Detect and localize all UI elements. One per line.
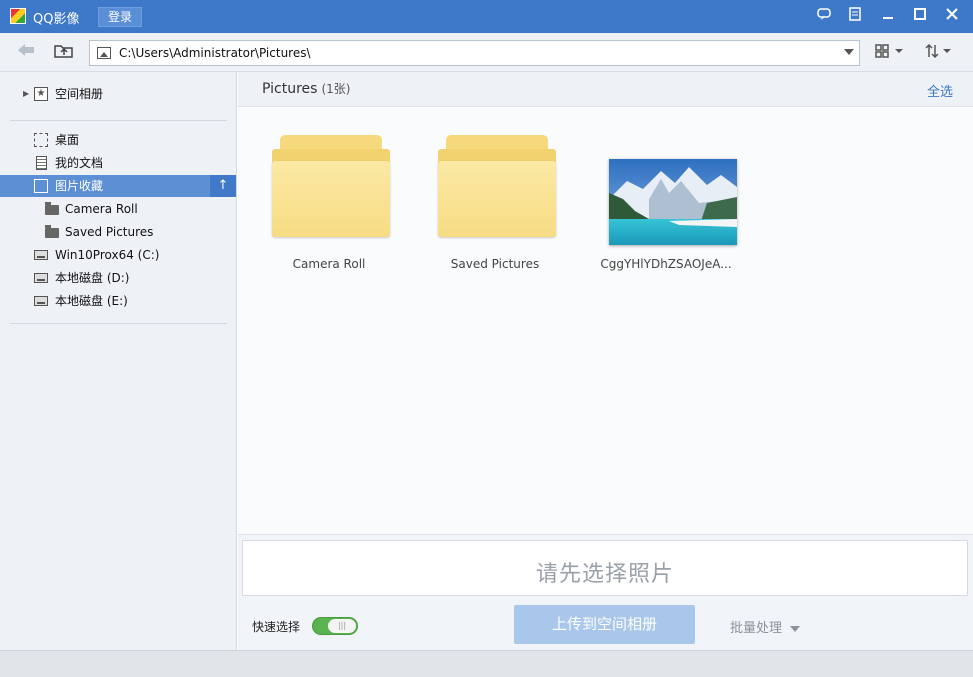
up-folder-button[interactable] [53, 42, 75, 62]
picture-icon [34, 179, 48, 193]
app-title: QQ影像 [33, 12, 80, 27]
feedback-icon[interactable] [815, 7, 833, 25]
drive-icon [34, 296, 48, 306]
page-title: Pictures (1张) [262, 80, 350, 97]
folder-icon [438, 135, 556, 239]
sidebar-item-label: 图片收藏 [55, 179, 104, 193]
upload-arrow-icon[interactable]: ↑ [210, 175, 236, 197]
desktop-icon [34, 133, 48, 147]
batch-process-button[interactable]: 批量处理 [730, 617, 801, 636]
chevron-down-icon[interactable] [844, 49, 854, 55]
image-tile[interactable]: CggYHlYDhZSAOJeA... [585, 115, 737, 285]
select-all-link[interactable]: 全选 [927, 81, 953, 100]
photo-count: (1张) [321, 82, 351, 96]
minimize-icon[interactable] [879, 7, 897, 25]
sidebar-item-drive-d[interactable]: 本地磁盘 (D:) [0, 267, 236, 289]
chevron-down-icon [790, 625, 801, 632]
title-bar: QQ影像 登录 [0, 0, 973, 33]
path-field[interactable]: C:\Users\Administrator\Pictures\ [119, 46, 311, 60]
sidebar-item-label: Saved Pictures [65, 225, 154, 239]
folder-icon [45, 225, 59, 238]
content-header: Pictures (1张) 全选 [238, 72, 973, 107]
drive-icon [34, 250, 48, 260]
upload-panel: 请先选择照片 快速选择 ||| 上传到空间相册 批量处理 [238, 534, 973, 650]
sidebar-item-label: Win10Prox64 (C:) [55, 248, 160, 262]
sidebar-item-saved-pictures[interactable]: Saved Pictures [0, 221, 236, 243]
login-button[interactable]: 登录 [98, 7, 142, 27]
sidebar-item-label: 本地磁盘 (D:) [55, 271, 130, 285]
sidebar-item-drive-c[interactable]: Win10Prox64 (C:) [0, 244, 236, 266]
tile-label: CggYHlYDhZSAOJeA... [600, 257, 732, 271]
sidebar-item-camera-roll[interactable]: Camera Roll [0, 198, 236, 220]
divider [10, 120, 227, 121]
menu-icon[interactable] [846, 7, 864, 25]
star-album-icon: ★ [34, 87, 48, 101]
address-bar[interactable]: C:\Users\Administrator\Pictures\ [89, 40, 860, 66]
back-button[interactable] [15, 42, 37, 62]
quick-select-toggle[interactable]: ||| [312, 617, 358, 635]
folder-icon [45, 202, 59, 215]
drive-icon [34, 273, 48, 283]
batch-process-label: 批量处理 [730, 621, 783, 636]
thumbnail-grid: Camera Roll Saved Pictures CggYHlYDhZSAO… [238, 107, 973, 534]
status-bar [0, 650, 973, 677]
picture-icon [97, 47, 111, 59]
close-icon[interactable] [943, 7, 961, 25]
tile-label: Camera Roll [292, 257, 366, 271]
empty-selection-hint: 请先选择照片 [535, 562, 674, 587]
maximize-icon[interactable] [911, 7, 929, 25]
divider [10, 323, 227, 324]
quick-select-label: 快速选择 [252, 620, 301, 634]
folder-icon [272, 135, 390, 239]
sidebar-item-drive-e[interactable]: 本地磁盘 (E:) [0, 290, 236, 312]
sidebar-item-label: 本地磁盘 (E:) [55, 294, 128, 308]
upload-to-album-button[interactable]: 上传到空间相册 [514, 605, 695, 644]
folder-tile-camera-roll[interactable]: Camera Roll [254, 115, 404, 285]
toolbar: C:\Users\Administrator\Pictures\ [0, 33, 973, 72]
sort-button[interactable] [925, 43, 955, 62]
selected-photos-zone[interactable]: 请先选择照片 [242, 540, 968, 596]
expand-arrow-icon[interactable]: ▶ [23, 83, 29, 105]
app-logo-icon [10, 8, 26, 24]
sidebar-item-documents[interactable]: 我的文档 [0, 152, 236, 174]
sidebar-item-desktop[interactable]: 桌面 [0, 129, 236, 151]
folder-title: Pictures [262, 81, 318, 97]
view-mode-button[interactable] [875, 44, 905, 62]
sidebar-item-pictures[interactable]: 图片收藏 ↑ [0, 175, 236, 197]
folder-tile-saved-pictures[interactable]: Saved Pictures [420, 115, 570, 285]
document-icon [36, 156, 47, 170]
toggle-knob: ||| [328, 619, 356, 633]
sidebar-item-label: 空间相册 [55, 87, 104, 101]
sidebar: ▶ ★ 空间相册 桌面 我的文档 图片收藏 ↑ Camera Roll Save… [0, 72, 237, 650]
sidebar-item-label: Camera Roll [65, 202, 138, 216]
photo-thumbnail[interactable] [609, 159, 737, 245]
sidebar-item-label: 桌面 [55, 133, 80, 147]
tile-label: Saved Pictures [450, 257, 540, 271]
sidebar-item-label: 我的文档 [55, 156, 104, 170]
sidebar-item-qzone[interactable]: ▶ ★ 空间相册 [0, 83, 236, 105]
